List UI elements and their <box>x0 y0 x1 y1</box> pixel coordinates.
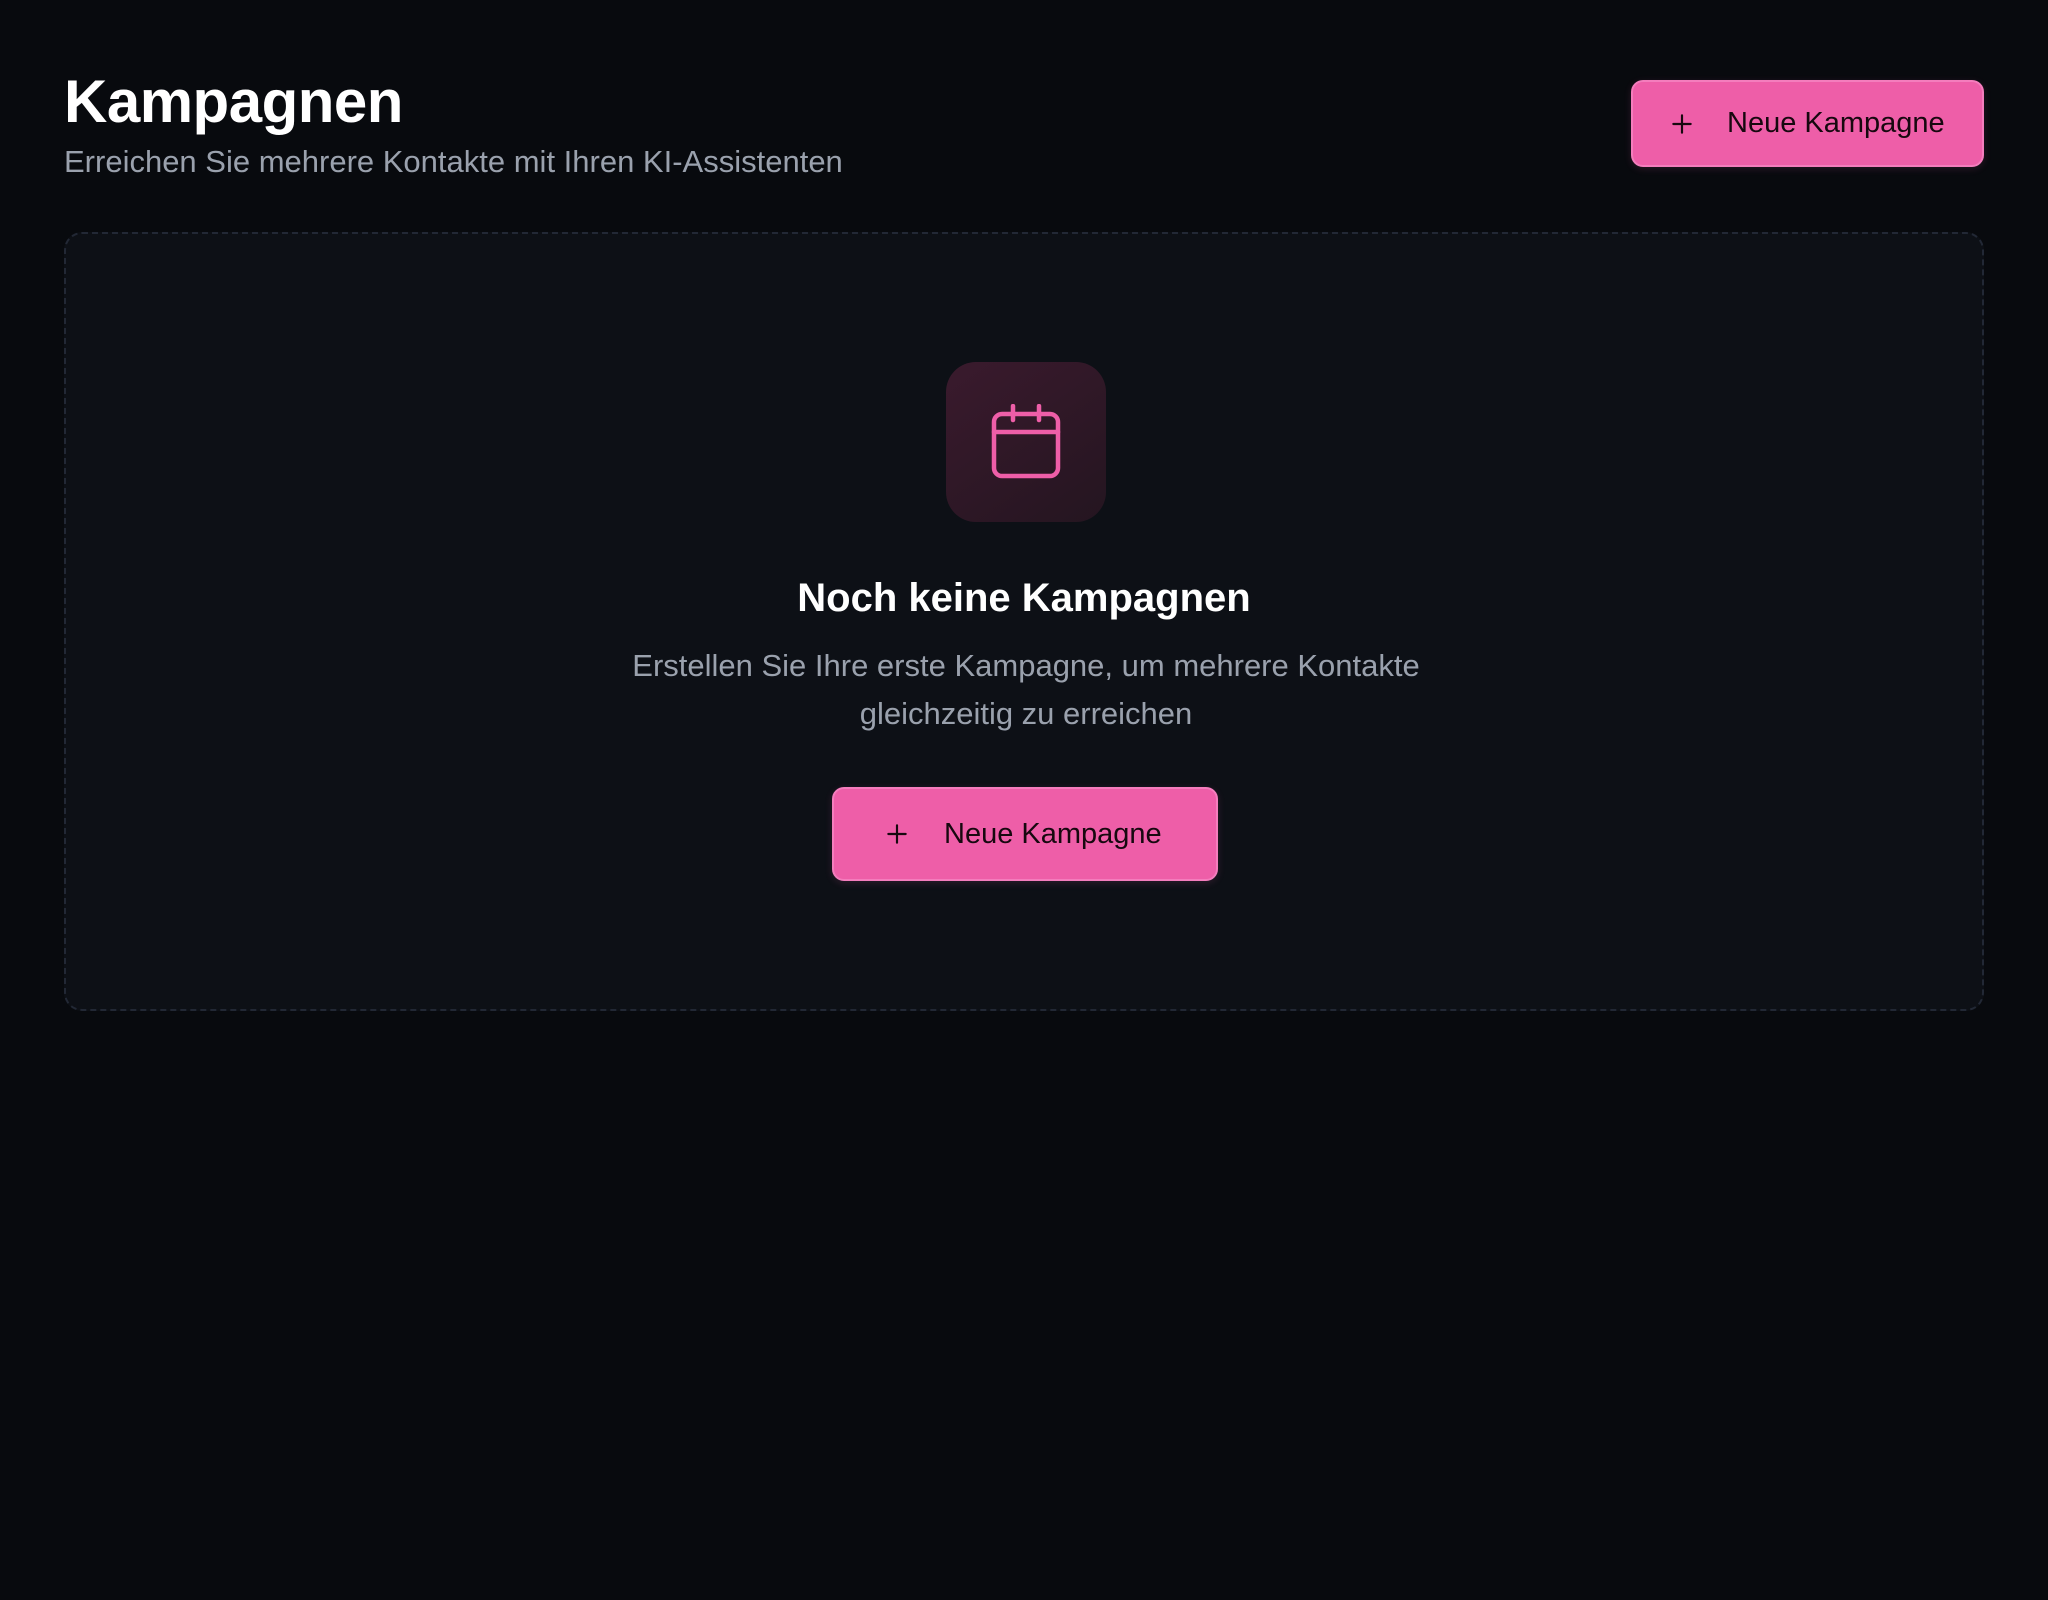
empty-state-icon-tile <box>946 362 1106 522</box>
create-first-campaign-button-label: Neue Kampagne <box>944 817 1162 850</box>
empty-state-card: Noch keine Kampagnen Erstellen Sie Ihre … <box>64 232 1984 1011</box>
new-campaign-button-label: Neue Kampagne <box>1727 107 1945 139</box>
plus-icon <box>1669 111 1695 137</box>
plus-icon <box>884 821 910 847</box>
empty-state-description: Erstellen Sie Ihre erste Kampagne, um me… <box>632 648 1420 731</box>
new-campaign-button[interactable]: Neue Kampagne <box>1631 80 1984 167</box>
calendar-icon <box>991 404 1061 480</box>
page-title: Kampagnen <box>64 68 403 135</box>
page-subtitle: Erreichen Sie mehrere Kontakte mit Ihren… <box>64 144 843 179</box>
empty-state-title: Noch keine Kampagnen <box>797 576 1251 620</box>
create-first-campaign-button[interactable]: Neue Kampagne <box>832 787 1218 881</box>
